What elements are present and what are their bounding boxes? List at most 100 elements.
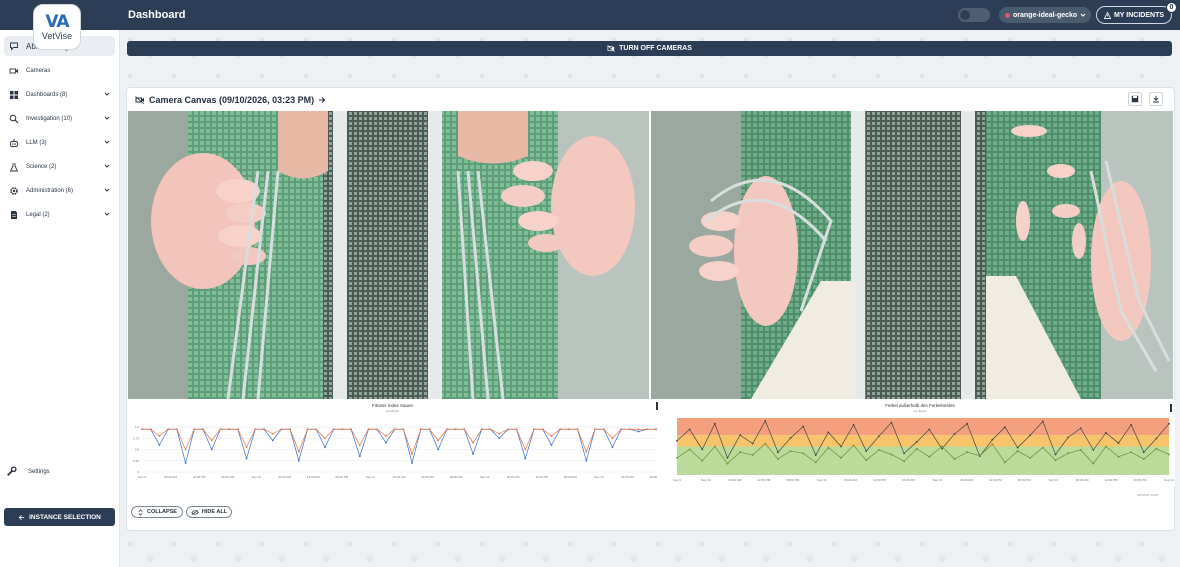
data-point (193, 428, 196, 431)
x-tick-label: 06:00 AM (393, 475, 406, 479)
sidebar-item-investigation[interactable]: Investigation (10) (4, 107, 115, 131)
data-point (533, 428, 535, 431)
data-point (202, 428, 204, 431)
threshold-band (677, 418, 1169, 436)
app-logo[interactable]: VA VetVise (33, 4, 81, 50)
data-point (814, 461, 817, 464)
data-point (289, 428, 292, 431)
fitness-index-plot: 1.0 0.75 0.5 0.25 0Sep 9 06:00 AM 12:00 PM 06:0… (133, 425, 657, 479)
data-point (966, 422, 969, 425)
data-point (1142, 451, 1145, 454)
instance-selection-button[interactable]: INSTANCE SELECTION (4, 508, 115, 526)
my-incidents-label: MY INCIDENTS (1113, 11, 1165, 19)
x-tick-label: 06:00 AM (1076, 478, 1089, 482)
data-point (827, 446, 830, 449)
data-point (1105, 431, 1107, 434)
chart-resize-handle[interactable] (656, 402, 658, 410)
data-point (437, 439, 440, 442)
x-tick-label: Sep 9 (673, 478, 681, 482)
data-point (915, 441, 918, 443)
download-icon[interactable] (1149, 92, 1163, 106)
sidebar-item-dashboards[interactable]: Dashboards (8) (4, 83, 115, 107)
data-point (184, 448, 187, 451)
hide-all-label: HIDE ALL (201, 509, 228, 515)
data-point (454, 428, 457, 431)
collapse-icon (137, 508, 144, 516)
data-point (210, 439, 213, 442)
data-point (1054, 453, 1057, 456)
data-point (713, 422, 716, 425)
data-point (324, 446, 326, 449)
data-point (941, 447, 943, 450)
data-point (254, 428, 257, 431)
data-point (158, 444, 161, 446)
threshold-band (677, 435, 1169, 447)
sidebar-item-science[interactable]: Science (2) (4, 155, 115, 179)
data-point (637, 430, 640, 433)
fitness-index-chart[interactable]: Fitness Index Sauen pro Bucht 1.0 0.75 0.5… (128, 400, 657, 487)
x-tick-label: 06:00 PM (221, 475, 234, 479)
x-tick-label: 06:00 PM (1134, 478, 1147, 482)
chart-resize-handle[interactable] (1170, 404, 1172, 412)
chevron-down-icon (104, 115, 110, 121)
data-point (585, 459, 588, 462)
data-point (506, 428, 509, 431)
sidebar-item-administration[interactable]: Administration (6) (4, 179, 115, 203)
data-point (890, 421, 893, 424)
data-point (1004, 426, 1006, 429)
video-icon (8, 65, 20, 77)
org-label: orange-ideal-gecko (1013, 11, 1078, 19)
theme-toggle[interactable] (958, 8, 990, 22)
turn-off-cameras-button[interactable]: TURN OFF CAMERAS (127, 41, 1172, 56)
data-point (751, 454, 754, 456)
data-point (541, 428, 544, 431)
arrow-left-icon (18, 514, 25, 521)
data-point (1117, 442, 1120, 444)
x-tick-label: Sep 12 (933, 478, 943, 482)
org-selector[interactable]: orange-ideal-gecko (999, 7, 1091, 23)
sidebar-item-cameras[interactable]: Cameras (4, 59, 115, 83)
data-point (1004, 461, 1006, 464)
x-tick-label: 06:00 PM (564, 475, 577, 479)
data-point (1029, 434, 1032, 436)
save-icon[interactable] (1128, 92, 1142, 106)
chevron-down-icon (1080, 12, 1086, 18)
logo-mark: VA (45, 12, 69, 32)
sidebar-item-settings[interactable]: Settings (6, 466, 50, 478)
hide-all-button[interactable]: HIDE ALL (186, 506, 232, 518)
x-tick-label: 12:00 PM (621, 475, 634, 479)
flask-icon (8, 161, 20, 173)
camera-feed-1[interactable] (128, 111, 649, 399)
sidebar-item-legal[interactable]: Legal (2) (4, 203, 115, 227)
sidebar-nav: Abferkelung Cameras Dashboards (8) Inves… (4, 36, 115, 227)
chevron-down-icon (104, 139, 110, 145)
data-point (726, 462, 729, 465)
data-point (306, 428, 309, 431)
data-point (688, 428, 691, 431)
data-point (480, 428, 483, 431)
warning-icon (1103, 11, 1111, 19)
data-point (446, 428, 448, 431)
data-point (1117, 455, 1120, 458)
logo-text: VetVise (41, 31, 73, 41)
camera-feed-2[interactable] (651, 111, 1173, 399)
sidebar-item-llm[interactable]: LLM (3) (4, 131, 115, 155)
x-tick-label: 06:00 PM (786, 478, 799, 482)
data-point (280, 428, 283, 431)
x-tick-label: 06:00 PM (650, 475, 657, 479)
data-point (167, 428, 170, 431)
my-incidents-button[interactable]: MY INCIDENTS (1096, 6, 1172, 24)
y-tick-label: 0.25 (133, 459, 139, 463)
chevron-down-icon (104, 187, 110, 193)
data-point (966, 451, 969, 454)
data-point (852, 444, 855, 447)
data-point (263, 428, 265, 431)
piglets-outside-nest-chart[interactable]: Ferkel außerhalb des Ferkelnestes pro Bu… (665, 400, 1175, 487)
data-point (941, 445, 943, 448)
data-point (1168, 453, 1170, 456)
data-point (701, 448, 704, 451)
chevron-down-icon (104, 211, 110, 217)
sidebar-item-label: LLM (3) (26, 140, 47, 146)
arrow-right-icon[interactable] (318, 96, 326, 104)
collapse-button[interactable]: COLLAPSE (131, 506, 183, 518)
